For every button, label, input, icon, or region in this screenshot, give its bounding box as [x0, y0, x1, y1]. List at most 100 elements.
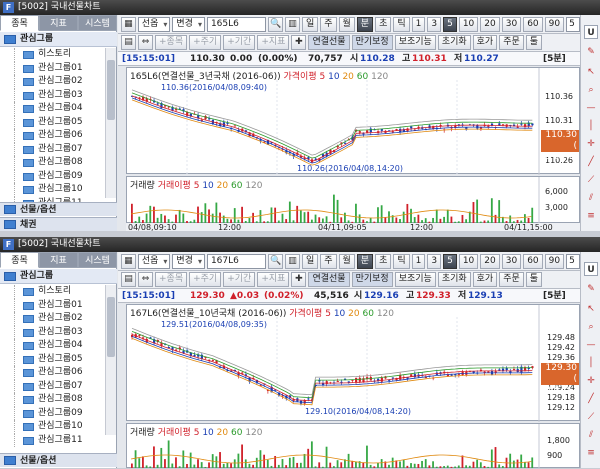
add-range-button[interactable]: +기간 [223, 272, 256, 287]
volume-chart[interactable]: 거래량 거래이평 5 10 20 60 120 1,800 900 [126, 423, 580, 468]
reset-button[interactable]: 초기화 [437, 35, 471, 50]
fibonacci-icon[interactable]: ≡ [584, 446, 598, 460]
futures-options-group[interactable]: 선물/옵션 [0, 202, 117, 216]
interval-10[interactable]: 10 [458, 16, 479, 32]
interval-20[interactable]: 20 [480, 253, 500, 269]
tree-item[interactable]: 관심그룹10 [0, 420, 105, 434]
add-item-button[interactable]: +종목 [155, 272, 188, 287]
title-bar[interactable]: F [5002] 국내선물차트 [0, 237, 600, 252]
tree-item[interactable]: 관심그룹06 [0, 366, 105, 380]
tree-item[interactable]: 관심그룹05 [0, 115, 105, 129]
tree-item[interactable]: 관심그룹09 [0, 406, 105, 420]
tab-indicators[interactable]: 지표 [39, 15, 78, 31]
interval-30[interactable]: 30 [501, 16, 522, 32]
layout-icon[interactable]: ▤ [121, 272, 136, 287]
interval-20[interactable]: 20 [480, 16, 500, 32]
period-week[interactable]: 주 [320, 16, 337, 32]
interval-90[interactable]: 90 [544, 16, 565, 32]
vline-icon[interactable]: │ [584, 119, 598, 133]
tab-stocks[interactable]: 종목 [0, 15, 39, 31]
tree-scrollbar[interactable] [105, 48, 116, 198]
market-select[interactable]: 선옵 [137, 253, 171, 269]
fibonacci-icon[interactable]: ≡ [584, 209, 598, 223]
interval-90[interactable]: 90 [544, 253, 565, 269]
price-chart[interactable]: 167L6(연결선물_10년국채 (2016-06)) 가격이평 5 10 20… [126, 304, 580, 422]
cross-icon[interactable]: ✛ [584, 374, 598, 388]
tree-item[interactable]: 관심그룹06 [0, 129, 105, 143]
tab-indicators[interactable]: 지표 [39, 252, 78, 268]
vline-icon[interactable]: │ [584, 356, 598, 370]
tree-item[interactable]: 관심그룹01 [0, 61, 105, 75]
continuous-futures-button[interactable]: 연결선물 [308, 272, 350, 287]
ray-icon[interactable]: ⟋ [584, 410, 598, 424]
grid-icon[interactable]: ▦ [121, 16, 136, 32]
tree-item[interactable]: 관심그룹02 [0, 75, 105, 89]
layout-icon[interactable]: ▤ [121, 35, 136, 50]
tree-item[interactable]: 관심그룹07 [0, 142, 105, 156]
add-period-button[interactable]: +주기 [189, 272, 222, 287]
continuous-futures-button[interactable]: 연결선물 [308, 35, 350, 50]
period-week[interactable]: 주 [320, 253, 337, 269]
add-indicator-button[interactable]: +지표 [257, 35, 290, 50]
market-select[interactable]: 선옵 [137, 16, 171, 32]
interval-input[interactable]: 5 [566, 16, 580, 32]
watchlist-group-header[interactable]: 관심그룹 [0, 269, 117, 284]
expiry-adjust-button[interactable]: 만기보정 [351, 35, 393, 50]
reset-button[interactable]: 초기화 [437, 272, 471, 287]
hline-icon[interactable]: — [584, 338, 598, 352]
ratio-icon[interactable]: ⇔ [138, 272, 153, 287]
grid-icon[interactable]: ▦ [121, 253, 136, 269]
tool-icon[interactable]: ✎ [584, 45, 598, 59]
tool-icon[interactable]: ✎ [584, 282, 598, 296]
search-icon[interactable]: 🔍 [268, 16, 284, 32]
interval-input[interactable]: 5 [566, 253, 580, 269]
period-month[interactable]: 월 [338, 16, 355, 32]
interval-1[interactable]: 1 [411, 253, 426, 269]
aux-function-button[interactable]: 보조기능 [394, 272, 436, 287]
chart-type-icon[interactable]: ▥ [285, 253, 300, 269]
period-day[interactable]: 일 [301, 16, 319, 32]
unit-button[interactable]: U [584, 262, 598, 276]
tree-item[interactable]: 관심그룹09 [0, 169, 105, 183]
quote-button[interactable]: 호가 [472, 272, 498, 287]
interval-5[interactable]: 5 [443, 253, 457, 269]
pointer-icon[interactable]: ↖ [584, 302, 598, 316]
add-range-button[interactable]: +기간 [223, 35, 256, 50]
bonds-group[interactable]: 채권 [0, 217, 117, 231]
period-second[interactable]: 초 [375, 16, 392, 32]
tool-button[interactable]: 툴 [525, 272, 543, 287]
period-tick[interactable]: 틱 [393, 16, 410, 32]
period-minute[interactable]: 분 [356, 253, 374, 269]
hline-icon[interactable]: — [584, 101, 598, 115]
crosshair-icon[interactable]: ✚ [291, 272, 307, 287]
tree-item[interactable]: 관심그룹05 [0, 352, 105, 366]
interval-60[interactable]: 60 [523, 16, 543, 32]
period-month[interactable]: 월 [338, 253, 355, 269]
interval-1[interactable]: 1 [411, 16, 426, 32]
interval-30[interactable]: 30 [501, 253, 522, 269]
period-day[interactable]: 일 [301, 253, 319, 269]
tree-item[interactable]: 관심그룹08 [0, 393, 105, 407]
tab-systems[interactable]: 시스템 [78, 252, 117, 268]
ray-icon[interactable]: ⟋ [584, 173, 598, 187]
mode-select[interactable]: 변경 [172, 16, 205, 32]
search-icon[interactable]: 🔍 [268, 253, 284, 269]
interval-3[interactable]: 3 [427, 253, 442, 269]
magnify-icon[interactable]: ⌕ [584, 320, 598, 334]
period-minute[interactable]: 분 [356, 16, 374, 32]
tree-item[interactable]: 관심그룹10 [0, 183, 105, 197]
add-period-button[interactable]: +주기 [189, 35, 222, 50]
mode-select[interactable]: 변경 [172, 253, 205, 269]
tab-systems[interactable]: 시스템 [78, 15, 117, 31]
tree-item[interactable]: 관심그룹02 [0, 312, 105, 326]
trendline-icon[interactable]: ╱ [584, 392, 598, 406]
quote-button[interactable]: 호가 [472, 35, 498, 50]
tab-stocks[interactable]: 종목 [0, 252, 39, 268]
futures-options-group[interactable]: 선물/옵션 [0, 453, 117, 467]
interval-3[interactable]: 3 [427, 16, 442, 32]
tree-item[interactable]: 관심그룹08 [0, 156, 105, 170]
tree-item[interactable]: 관심그룹03 [0, 88, 105, 102]
aux-function-button[interactable]: 보조기능 [394, 35, 436, 50]
interval-60[interactable]: 60 [523, 253, 543, 269]
code-input[interactable]: 167L6 [206, 253, 267, 269]
